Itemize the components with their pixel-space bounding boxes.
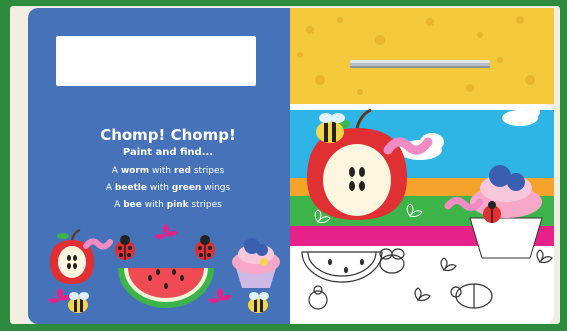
activity-book: Chomp! Chomp! Paint and find... A worm w… (0, 0, 567, 331)
cloud-icon (502, 105, 540, 126)
line-art-watermelon (301, 251, 383, 283)
worm-icon (383, 137, 433, 155)
line-art-beetle (450, 283, 493, 309)
line-art-ladybird (308, 285, 328, 310)
line-art-bee (379, 248, 405, 274)
right-illustrations (290, 105, 554, 310)
bee-icon (316, 113, 345, 143)
